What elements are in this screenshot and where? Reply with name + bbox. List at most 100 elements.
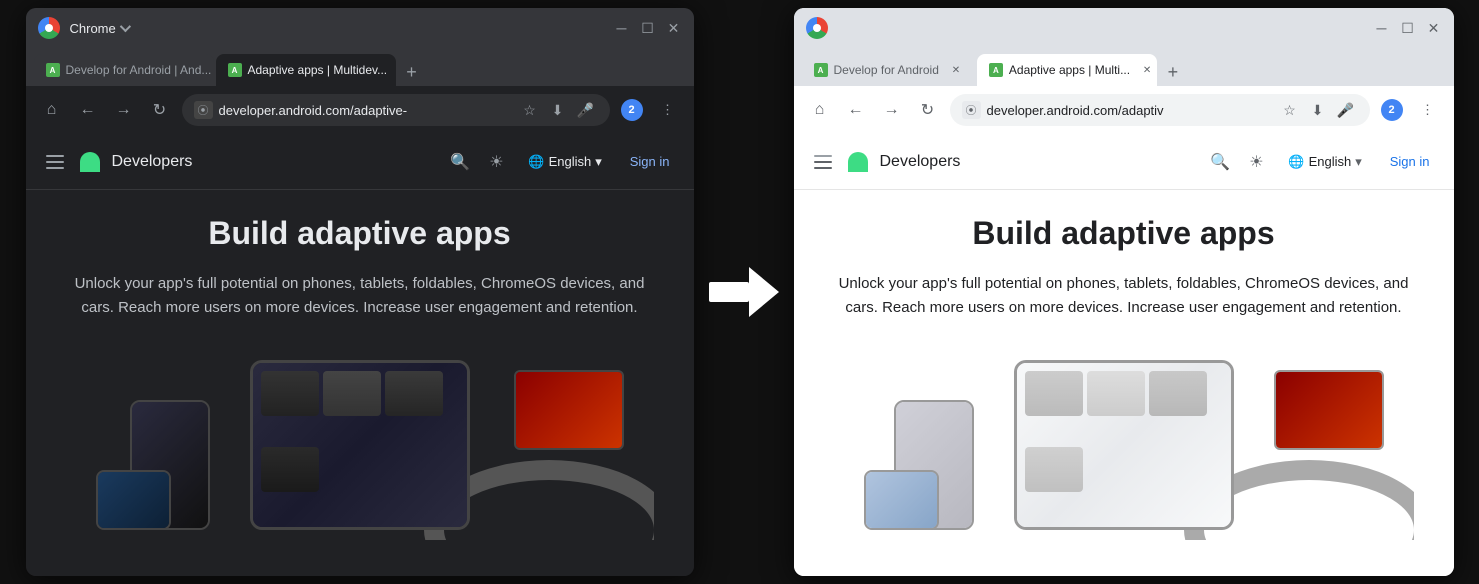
chrome-logo-left (38, 17, 60, 39)
chrome-logo-right (806, 17, 828, 39)
reload-button-left[interactable] (146, 96, 174, 124)
tab-close-r2[interactable]: ✕ (1140, 63, 1154, 77)
forward-button-left[interactable] (110, 96, 138, 124)
mic-button-right[interactable]: 🎤 (1334, 98, 1358, 122)
close-button-left[interactable]: ✕ (666, 20, 682, 36)
device-tablet-main-left (250, 360, 470, 530)
profile-badge-left[interactable]: 2 (618, 96, 646, 124)
device-phone-bottom-left (96, 470, 171, 530)
page-title-right: Build adaptive apps (972, 214, 1274, 252)
sign-in-button-left[interactable]: Sign in (622, 150, 678, 173)
search-button-left[interactable]: 🔍 (448, 150, 472, 174)
tab-adaptive-apps-left[interactable]: A Adaptive apps | Multidev... ✕ (216, 54, 396, 86)
url-bar-left[interactable]: ⦿ developer.android.com/adaptive- ☆ ⬇ 🎤 (182, 94, 610, 126)
hamburger-menu-left[interactable] (42, 151, 68, 173)
close-button-right[interactable]: ✕ (1426, 20, 1442, 36)
tab-favicon-2: A (228, 63, 242, 77)
maximize-button[interactable]: ☐ (640, 20, 656, 36)
reload-icon-right (921, 100, 934, 120)
tab-label-1: Develop for Android | And... (66, 63, 212, 77)
back-button-right[interactable] (842, 96, 870, 124)
tab-close-r1[interactable]: ✕ (949, 63, 963, 77)
bookmark-button-right[interactable]: ☆ (1278, 98, 1302, 122)
bookmark-button-left[interactable]: ☆ (518, 98, 542, 122)
mic-button-left[interactable]: 🎤 (574, 98, 598, 122)
secure-icon-right: ⦿ (962, 101, 981, 119)
tab-develop-android-left[interactable]: A Develop for Android | And... ✕ (34, 54, 214, 86)
back-button-left[interactable] (74, 96, 102, 124)
profile-icon-right: 2 (1381, 99, 1403, 121)
minimize-button-right[interactable]: ─ (1374, 20, 1390, 36)
hamburger-menu-right[interactable] (810, 151, 836, 173)
tab-favicon-r1: A (814, 63, 828, 77)
language-button-right[interactable]: 🌐 English ▾ (1280, 150, 1369, 174)
site-brand-left: Developers (112, 153, 193, 171)
more-button-left[interactable]: ⋮ (654, 96, 682, 124)
globe-icon-right: 🌐 (1288, 154, 1304, 170)
close-icon-left: ✕ (668, 20, 680, 37)
profile-icon-left: 2 (621, 99, 643, 121)
tab-favicon-r2: A (989, 63, 1003, 77)
arrow-body (709, 282, 749, 302)
device-phone-bottom-right (864, 470, 939, 530)
minimize-button[interactable]: ─ (614, 20, 630, 36)
tab-adaptive-apps-right[interactable]: A Adaptive apps | Multi... ✕ (977, 54, 1157, 86)
add-tab-button-right[interactable]: + (1159, 58, 1187, 86)
left-address-bar: ⦿ developer.android.com/adaptive- ☆ ⬇ 🎤 … (26, 86, 694, 134)
maximize-icon-right: ☐ (1401, 20, 1414, 37)
url-bar-right[interactable]: ⦿ developer.android.com/adaptiv ☆ ⬇ 🎤 (950, 94, 1370, 126)
right-browser: ─ ☐ ✕ A Develop for Android ✕ A Adaptive… (794, 8, 1454, 576)
theme-toggle-left[interactable]: ☀ (484, 150, 508, 174)
lang-chevron-right: ▾ (1355, 154, 1362, 170)
back-icon-left (80, 101, 96, 119)
device-showcase-right (834, 340, 1414, 540)
globe-icon-left: 🌐 (528, 154, 544, 170)
arrow-container (694, 267, 794, 317)
search-button-right[interactable]: 🔍 (1208, 150, 1232, 174)
download-button-left[interactable]: ⬇ (546, 98, 570, 122)
page-title-left: Build adaptive apps (208, 214, 510, 252)
theme-toggle-right[interactable]: ☀ (1244, 150, 1268, 174)
left-browser: Chrome ─ ☐ ✕ A Develop for Android | And… (26, 8, 694, 576)
tab-label-r1: Develop for Android (834, 63, 939, 77)
page-subtitle-left: Unlock your app's full potential on phon… (70, 272, 650, 320)
android-logo-left (80, 152, 100, 172)
maximize-icon: ☐ (641, 20, 654, 37)
right-tabs-bar: A Develop for Android ✕ A Adaptive apps … (794, 48, 1454, 86)
device-screen-right-right (1274, 370, 1384, 450)
close-icon-right: ✕ (1428, 20, 1440, 37)
minimize-icon-right: ─ (1377, 20, 1387, 36)
add-tab-button-left[interactable]: + (398, 58, 426, 86)
right-site-content: Build adaptive apps Unlock your app's fu… (794, 190, 1454, 576)
forward-icon-right (884, 101, 900, 119)
profile-badge-right[interactable]: 2 (1378, 96, 1406, 124)
reload-button-right[interactable] (914, 96, 942, 124)
left-title-bar: Chrome ─ ☐ ✕ (26, 8, 694, 48)
device-screen-right-left (514, 370, 624, 450)
language-button-left[interactable]: 🌐 English ▾ (520, 150, 609, 174)
left-site-nav: Developers 🔍 ☀ 🌐 English ▾ Sign in (26, 134, 694, 190)
forward-icon-left (116, 101, 132, 119)
secure-icon-left: ⦿ (194, 101, 213, 119)
right-address-bar: ⦿ developer.android.com/adaptiv ☆ ⬇ 🎤 2 … (794, 86, 1454, 134)
sign-in-button-right[interactable]: Sign in (1382, 150, 1438, 173)
home-icon-left (47, 101, 57, 119)
url-text-left: developer.android.com/adaptive- (219, 103, 408, 118)
left-site-content: Build adaptive apps Unlock your app's fu… (26, 190, 694, 576)
url-actions-left: ☆ ⬇ 🎤 (518, 98, 598, 122)
chevron-down-icon (120, 21, 131, 32)
lang-chevron-left: ▾ (595, 154, 602, 170)
home-button-left[interactable] (38, 96, 66, 124)
home-icon-right (815, 101, 825, 119)
url-actions-right: ☆ ⬇ 🎤 (1278, 98, 1358, 122)
back-icon-right (848, 101, 864, 119)
tab-label-r2: Adaptive apps | Multi... (1009, 63, 1130, 77)
maximize-button-right[interactable]: ☐ (1400, 20, 1416, 36)
right-site-nav: Developers 🔍 ☀ 🌐 English ▾ Sign in (794, 134, 1454, 190)
more-button-right[interactable]: ⋮ (1414, 96, 1442, 124)
home-button-right[interactable] (806, 96, 834, 124)
minimize-icon: ─ (617, 20, 627, 36)
forward-button-right[interactable] (878, 96, 906, 124)
tab-develop-android-right[interactable]: A Develop for Android ✕ (802, 54, 975, 86)
download-button-right[interactable]: ⬇ (1306, 98, 1330, 122)
